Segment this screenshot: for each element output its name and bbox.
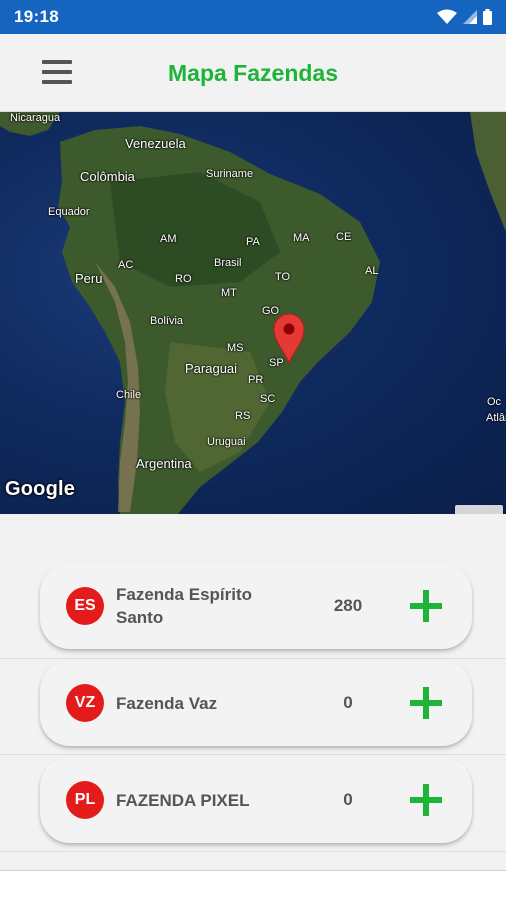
menu-icon-line: [42, 60, 72, 64]
map-label: RS: [235, 410, 251, 422]
app-bar: Mapa Fazendas: [0, 34, 506, 112]
map-view[interactable]: Nicaragua Venezuela Colômbia Suriname Eq…: [0, 112, 506, 514]
map-pin-icon[interactable]: [272, 312, 306, 364]
wifi-icon: [437, 9, 457, 24]
map-label: MS: [227, 342, 244, 354]
farm-card[interactable]: VZ Fazenda Vaz 0: [40, 660, 472, 746]
farm-name: Fazenda Espírito Santo: [116, 585, 253, 627]
map-label: AC: [118, 259, 134, 271]
menu-icon-line: [42, 70, 72, 74]
row-divider: [0, 754, 506, 755]
map-label: Oc: [487, 396, 502, 408]
map-label: TO: [275, 271, 291, 283]
map-label: AL: [365, 265, 379, 277]
menu-icon-line: [42, 80, 72, 84]
zoom-in-button[interactable]: +: [455, 505, 503, 515]
map-label: CE: [336, 231, 352, 243]
farm-card[interactable]: PL FAZENDA PIXEL 0: [40, 757, 472, 843]
farm-code-badge: PL: [66, 781, 104, 819]
map-label: Brasil: [214, 257, 242, 269]
map-label: Peru: [75, 271, 103, 286]
bottom-navigation-bar: [0, 870, 506, 900]
map-label: RO: [175, 273, 192, 285]
farm-code-badge: VZ: [66, 684, 104, 722]
signal-icon: [463, 10, 477, 24]
plus-icon[interactable]: [404, 584, 448, 628]
map-label: Argentina: [136, 456, 192, 471]
map-label: Equador: [48, 206, 90, 218]
map-label: Bolívia: [150, 315, 184, 327]
farm-count: 0: [343, 790, 353, 809]
map-label: Atlân: [486, 412, 506, 424]
map-label: Paraguai: [185, 361, 238, 376]
farm-count: 280: [333, 596, 363, 615]
farm-name: Fazenda Vaz: [116, 694, 218, 713]
battery-icon: [483, 9, 492, 25]
row-divider: [0, 851, 506, 852]
status-time: 19:18: [14, 7, 59, 26]
map-label: Venezuela: [125, 136, 186, 151]
map-label: MT: [221, 287, 237, 299]
map-label: MA: [293, 232, 310, 244]
farm-code-badge: ES: [66, 587, 104, 625]
menu-button[interactable]: [38, 54, 78, 90]
zoom-control: + −: [455, 505, 503, 514]
map-label: AM: [160, 233, 177, 245]
plus-icon[interactable]: [404, 681, 448, 725]
map-label: SC: [260, 393, 276, 405]
map-label: Uruguai: [207, 436, 246, 448]
map-label: PR: [248, 374, 264, 386]
map-label: Suriname: [206, 168, 254, 180]
status-icons: [437, 9, 492, 25]
farm-name: FAZENDA PIXEL: [116, 791, 250, 810]
map-label: PA: [246, 236, 260, 248]
map-label: Colômbia: [80, 169, 135, 184]
status-bar: 19:18: [0, 0, 506, 34]
row-divider: [0, 658, 506, 659]
farm-count: 0: [343, 693, 353, 712]
google-logo: Google: [5, 478, 76, 500]
plus-icon[interactable]: [404, 778, 448, 822]
map-label: Chile: [116, 389, 142, 401]
farm-list: ES Fazenda Espírito Santo 280 VZ Fazenda…: [0, 514, 506, 870]
map-label: Nicaragua: [10, 112, 61, 124]
farm-card[interactable]: ES Fazenda Espírito Santo 280: [40, 563, 472, 649]
